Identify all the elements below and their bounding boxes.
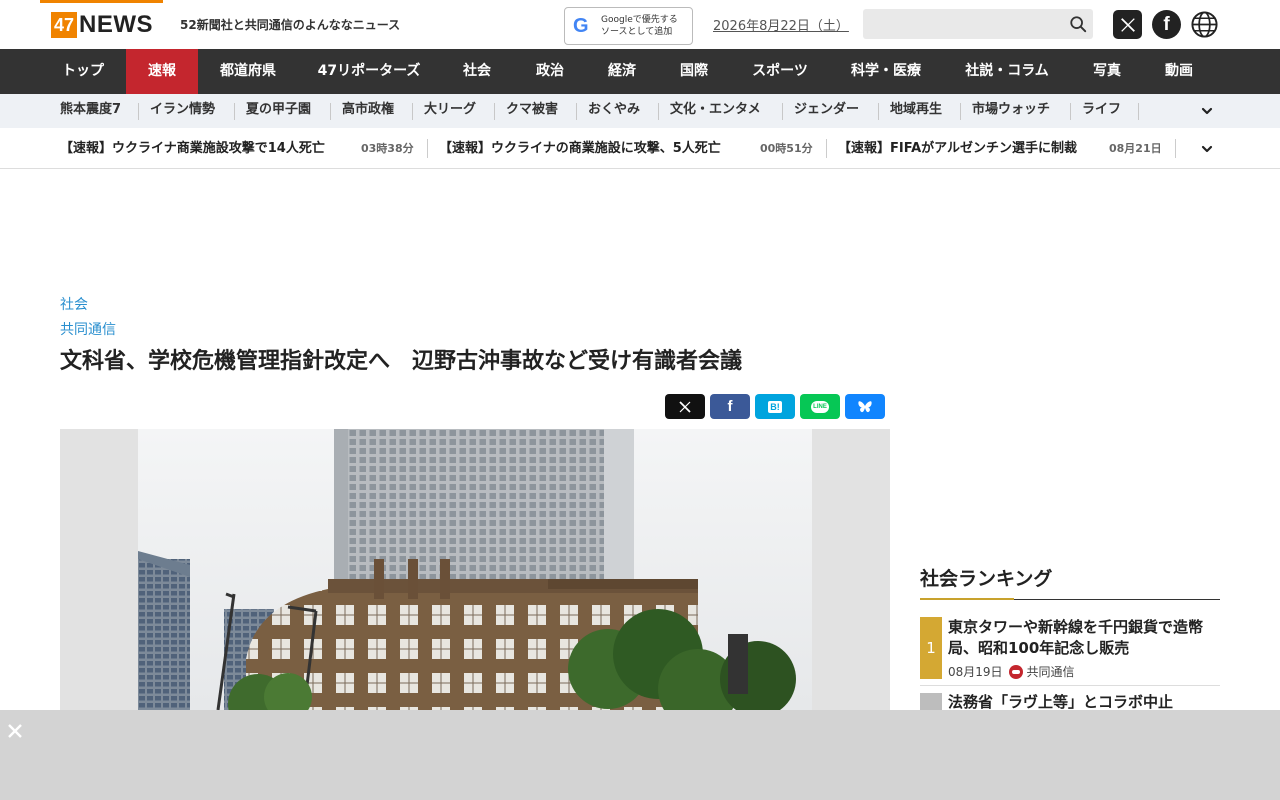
ticker-separator xyxy=(1175,139,1176,158)
breaking-news-ticker: 【速報】ウクライナ商業施設攻撃で14人死亡 03時38分 【速報】ウクライナの商… xyxy=(0,128,1280,169)
site-logo[interactable]: 47 NEWS xyxy=(51,11,153,39)
share-x-button[interactable] xyxy=(665,394,705,419)
ranking-item-meta: 08月19日 共同通信 xyxy=(948,663,1075,680)
google-preferred-source-button[interactable]: G Googleで優先する ソースとして追加 xyxy=(564,7,693,45)
logo-accent-bar xyxy=(40,0,163,3)
topic-navigation: 熊本震度7 イラン情勢 夏の甲子園 高市政権 大リーグ クマ被害 おくやみ 文化… xyxy=(0,94,1280,128)
ministry-building-photo xyxy=(138,429,812,710)
chevron-down-icon[interactable] xyxy=(1200,142,1214,156)
x-twitter-icon xyxy=(679,400,691,413)
ranking-item-title[interactable]: 東京タワーや新幹線を千円銀貨で造幣局、昭和100年記念し販売 xyxy=(948,617,1216,659)
nav-item-science-medical[interactable]: 科学・医療 xyxy=(830,49,942,94)
ticker-separator xyxy=(427,139,428,158)
article-photo[interactable] xyxy=(138,429,812,710)
topic-item[interactable]: ライフ xyxy=(1082,94,1121,128)
topic-item[interactable]: 夏の甲子園 xyxy=(246,94,311,128)
search-input[interactable] xyxy=(863,9,1053,39)
ranking-item-source: 共同通信 xyxy=(1026,665,1075,679)
ticker-time: 03時38分 xyxy=(361,142,414,155)
topic-item[interactable]: 市場ウォッチ xyxy=(972,94,1050,128)
logo-word: NEWS xyxy=(79,11,154,38)
topic-separator xyxy=(782,103,783,120)
topic-separator xyxy=(234,103,235,120)
facebook-icon[interactable]: f xyxy=(1152,10,1181,39)
ticker-headline[interactable]: 【速報】FIFAがアルゼンチン選手に制裁 xyxy=(838,128,1077,169)
topic-separator xyxy=(658,103,659,120)
nav-item-politics[interactable]: 政治 xyxy=(514,49,586,94)
search-box xyxy=(863,9,1093,39)
ticker-headline[interactable]: 【速報】ウクライナの商業施設に攻撃、5人死亡 xyxy=(439,128,721,169)
nav-item-videos[interactable]: 動画 xyxy=(1142,49,1216,94)
topic-separator xyxy=(960,103,961,120)
nav-item-prefectures[interactable]: 都道府県 xyxy=(198,49,298,94)
close-icon[interactable] xyxy=(4,720,26,742)
nav-item-photos[interactable]: 写真 xyxy=(1072,49,1142,94)
article-photo-frame xyxy=(60,429,890,710)
chevron-down-icon[interactable] xyxy=(1200,104,1214,118)
ticker-time: 00時51分 xyxy=(760,142,813,155)
nav-item-47reporters[interactable]: 47リポーターズ xyxy=(298,49,440,94)
kyodo-logo-icon xyxy=(1008,664,1023,679)
article-category[interactable]: 社会 xyxy=(60,294,88,314)
topic-separator xyxy=(576,103,577,120)
ticker-time: 08月21日 xyxy=(1109,142,1162,155)
topic-item[interactable]: 地域再生 xyxy=(890,94,942,128)
topic-separator xyxy=(330,103,331,120)
ticker-headline[interactable]: 【速報】ウクライナ商業施設攻撃で14人死亡 xyxy=(60,128,325,169)
nav-item-sports[interactable]: スポーツ xyxy=(730,49,830,94)
share-facebook-button[interactable]: f xyxy=(710,394,750,419)
topic-item[interactable]: 熊本震度7 xyxy=(60,94,121,128)
google-g-icon: G xyxy=(573,14,589,37)
nav-item-breaking[interactable]: 速報 xyxy=(126,49,198,94)
topic-separator xyxy=(138,103,139,120)
logo-number: 47 xyxy=(51,12,78,38)
topic-separator xyxy=(494,103,495,120)
topic-separator xyxy=(412,103,413,120)
nav-item-society[interactable]: 社会 xyxy=(440,49,514,94)
topic-item[interactable]: 文化・エンタメ xyxy=(670,94,761,128)
nav-item-top[interactable]: トップ xyxy=(40,49,126,94)
topic-item[interactable]: イラン情勢 xyxy=(150,94,215,128)
ranking-item-date: 08月19日 xyxy=(948,665,1003,679)
share-line-button[interactable]: LINE xyxy=(800,394,840,419)
topic-item[interactable]: おくやみ xyxy=(588,94,640,128)
topic-item[interactable]: 大リーグ xyxy=(424,94,476,128)
share-bluesky-button[interactable] xyxy=(845,394,885,419)
current-date-link[interactable]: 2026年8月22日（土） xyxy=(713,15,849,34)
ranking-number-badge: 1 xyxy=(920,617,942,679)
main-navigation: トップ 速報 都道府県 47リポーターズ 社会 政治 経済 国際 スポーツ 科学… xyxy=(0,49,1280,94)
google-button-label: Googleで優先する ソースとして追加 xyxy=(601,15,678,37)
nav-item-economy[interactable]: 経済 xyxy=(586,49,658,94)
topic-separator xyxy=(1070,103,1071,120)
search-icon[interactable] xyxy=(1069,15,1087,33)
bluesky-butterfly-icon xyxy=(858,400,872,412)
ticker-separator xyxy=(826,139,827,158)
share-hatena-button[interactable]: B! xyxy=(755,394,795,419)
article-source[interactable]: 共同通信 xyxy=(60,319,116,339)
topic-separator xyxy=(1138,103,1139,120)
ranking-title-accent xyxy=(920,598,1014,600)
ranking-divider xyxy=(920,685,1220,686)
nav-item-editorial-column[interactable]: 社説・コラム xyxy=(942,49,1072,94)
facebook-icon: f xyxy=(727,398,733,415)
nav-item-world[interactable]: 国際 xyxy=(658,49,730,94)
x-twitter-icon[interactable] xyxy=(1113,10,1142,39)
topic-item[interactable]: 高市政権 xyxy=(342,94,394,128)
line-icon: LINE xyxy=(811,400,829,413)
topic-item[interactable]: クマ被害 xyxy=(506,94,558,128)
site-tagline: 52新聞社と共同通信のよんななニュース xyxy=(180,18,401,32)
hatena-bookmark-icon: B! xyxy=(768,400,782,413)
topic-separator xyxy=(878,103,879,120)
topic-item[interactable]: ジェンダー xyxy=(794,94,859,128)
globe-icon[interactable] xyxy=(1190,10,1219,39)
site-header: 47 NEWS 52新聞社と共同通信のよんななニュース G Googleで優先す… xyxy=(0,0,1280,49)
bottom-ad-overlay xyxy=(0,710,1280,800)
article-headline: 文科省、学校危機管理指針改定へ 辺野古沖事故など受け有識者会議 xyxy=(60,349,743,374)
ranking-title: 社会ランキング xyxy=(920,568,1053,590)
